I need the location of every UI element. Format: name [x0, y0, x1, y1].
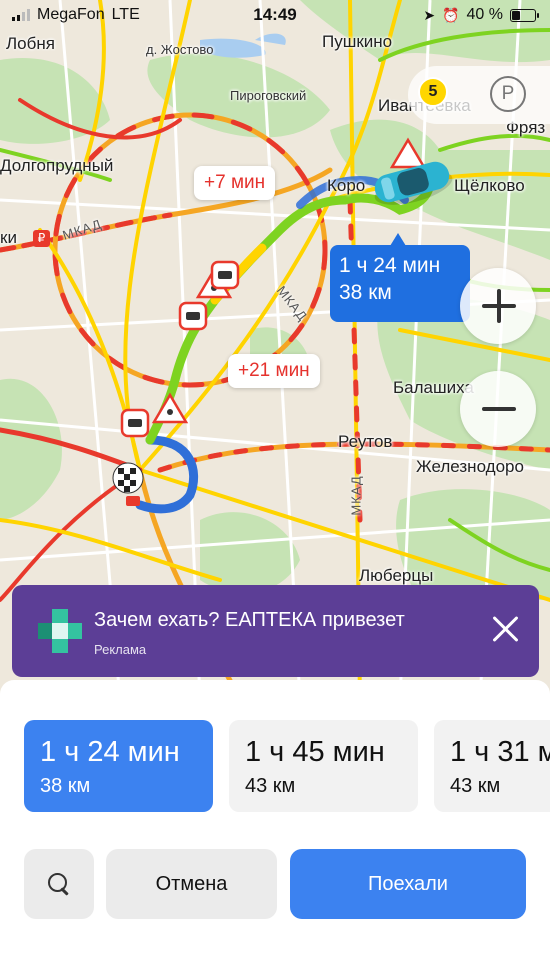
- cancel-button[interactable]: Отмена: [106, 849, 277, 919]
- road-label-mkad-east: МКАД: [348, 475, 364, 516]
- alarm-icon: ⏰: [442, 6, 460, 23]
- accident-icon-2[interactable]: [178, 301, 208, 331]
- status-bar: MegaFon LTE 14:49 ➤ ⏰ 40 %: [0, 0, 550, 34]
- search-button[interactable]: [24, 849, 94, 919]
- route-time: 1 ч 45 мин: [245, 736, 385, 768]
- ad-banner[interactable]: Зачем ехать? ЕАПТЕКА привезет Реклама: [12, 585, 539, 677]
- route-distance: 38 км: [40, 775, 91, 797]
- place-schelkovo: Щёлково: [454, 176, 525, 195]
- go-button[interactable]: Поехали: [290, 849, 526, 919]
- place-zhostovo: д. Жостово: [146, 42, 214, 57]
- place-khimki: ки: [0, 228, 17, 247]
- finish-flag-icon: [112, 462, 144, 506]
- ad-label: Реклама: [94, 642, 147, 657]
- traffic-level-button[interactable]: 5: [418, 77, 448, 107]
- accident-icon[interactable]: [120, 408, 150, 438]
- place-korolev: Коро: [327, 176, 366, 195]
- close-icon[interactable]: [491, 613, 521, 643]
- battery-icon: [510, 8, 539, 22]
- accident-icon-3[interactable]: [210, 260, 240, 290]
- route-option-3[interactable]: 1 ч 31 м 43 км: [434, 720, 550, 812]
- parking-button[interactable]: P: [490, 76, 526, 112]
- delay-bubble-middle[interactable]: +21 мин: [228, 354, 320, 388]
- minus-icon: [482, 407, 516, 411]
- route-info-bubble[interactable]: 1 ч 24 мин 38 км: [330, 233, 470, 322]
- route-sheet: 1 ч 24 мин 38 км 1 ч 45 мин 43 км 1 ч 31…: [0, 680, 550, 978]
- route-bubble-time: 1 ч 24 мин: [339, 254, 441, 277]
- roadwork-icon[interactable]: [151, 392, 189, 424]
- delay-bubble-top[interactable]: +7 мин: [194, 166, 276, 200]
- route-time: 1 ч 31 м: [450, 736, 550, 768]
- battery-percent: 40 %: [466, 6, 503, 23]
- place-zheleznodorozhny: Железнодоро: [416, 457, 524, 476]
- eapteka-logo-icon: [38, 609, 82, 653]
- route-distance: 43 км: [245, 775, 296, 797]
- route-option-1[interactable]: 1 ч 24 мин 38 км: [24, 720, 213, 812]
- place-reutov: Реутов: [338, 432, 393, 451]
- ruble-icon: ₽: [33, 230, 50, 247]
- place-lyubertsy: Люберцы: [359, 566, 434, 585]
- route-bubble-distance: 38 км: [339, 281, 392, 304]
- zoom-out-button[interactable]: [460, 371, 536, 447]
- route-time: 1 ч 24 мин: [40, 736, 180, 768]
- zoom-in-button[interactable]: [460, 268, 536, 344]
- place-dolgoprudny: Долгопрудный: [0, 156, 114, 175]
- place-pushkino: Пушкино: [322, 32, 393, 51]
- route-option-2[interactable]: 1 ч 45 мин 43 км: [229, 720, 418, 812]
- location-arrow-icon: ➤: [423, 6, 436, 23]
- ad-title: Зачем ехать? ЕАПТЕКА привезет: [94, 609, 405, 631]
- route-distance: 43 км: [450, 775, 501, 797]
- search-icon: [47, 872, 71, 896]
- place-pirogovsky: Пироговский: [230, 88, 307, 103]
- place-lobnya: Лобня: [6, 34, 55, 53]
